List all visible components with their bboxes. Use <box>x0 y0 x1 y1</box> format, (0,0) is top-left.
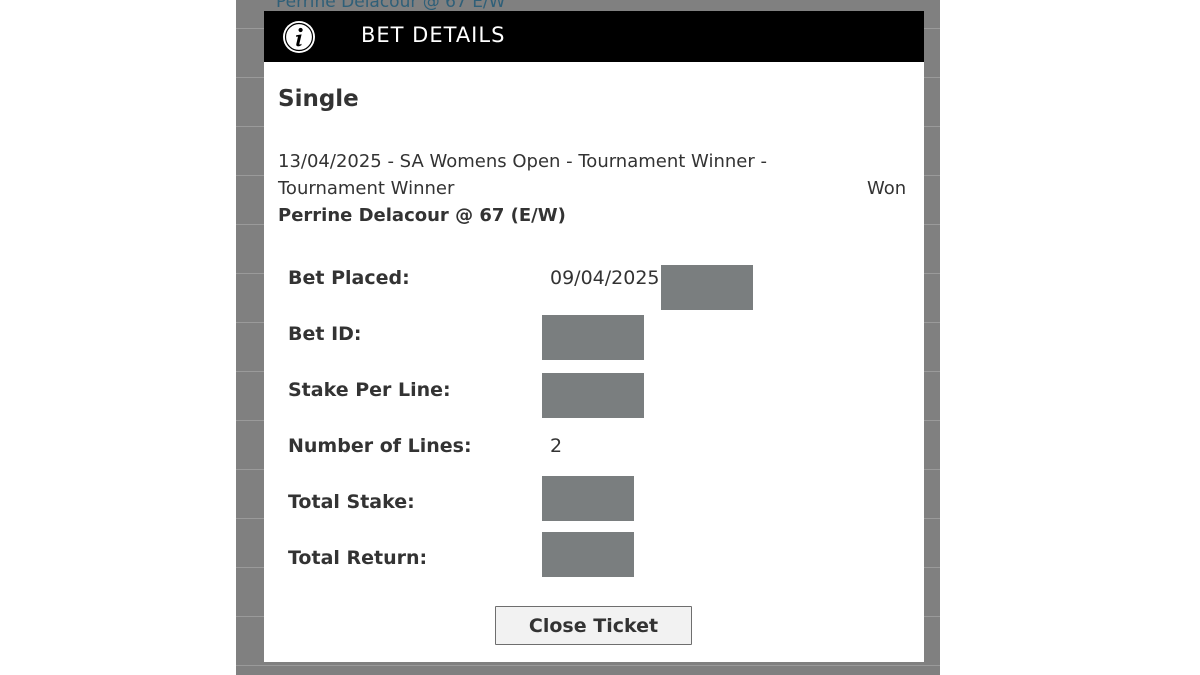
close-ticket-button[interactable]: Close Ticket <box>495 606 692 645</box>
event-description: 13/04/2025 - SA Womens Open - Tournament… <box>278 151 767 199</box>
stake-per-line-label: Stake Per Line: <box>288 379 451 401</box>
redacted-block <box>542 373 644 418</box>
bet-placed-label: Bet Placed: <box>288 267 410 289</box>
modal-header: BET DETAILS <box>264 11 924 62</box>
background-row-divider <box>236 665 940 666</box>
bet-placed-value: 09/04/2025 <box>550 267 660 289</box>
bet-details-modal: BET DETAILS Single 13/04/2025 - SA Women… <box>264 11 924 662</box>
redacted-block <box>661 265 753 310</box>
bet-result-status: Won <box>867 178 907 199</box>
redacted-block <box>542 476 634 521</box>
total-stake-label: Total Stake: <box>288 491 415 513</box>
redacted-block <box>542 532 634 577</box>
total-return-label: Total Return: <box>288 547 428 569</box>
bet-id-label: Bet ID: <box>288 323 362 345</box>
bet-selection: Perrine Delacour @ 67 (E/W) <box>278 205 566 226</box>
number-of-lines-label: Number of Lines: <box>288 435 472 457</box>
modal-title: BET DETAILS <box>361 23 506 47</box>
redacted-block <box>542 315 644 360</box>
bet-type-heading: Single <box>278 86 359 112</box>
info-icon <box>283 21 315 53</box>
number-of-lines-value: 2 <box>550 435 563 457</box>
